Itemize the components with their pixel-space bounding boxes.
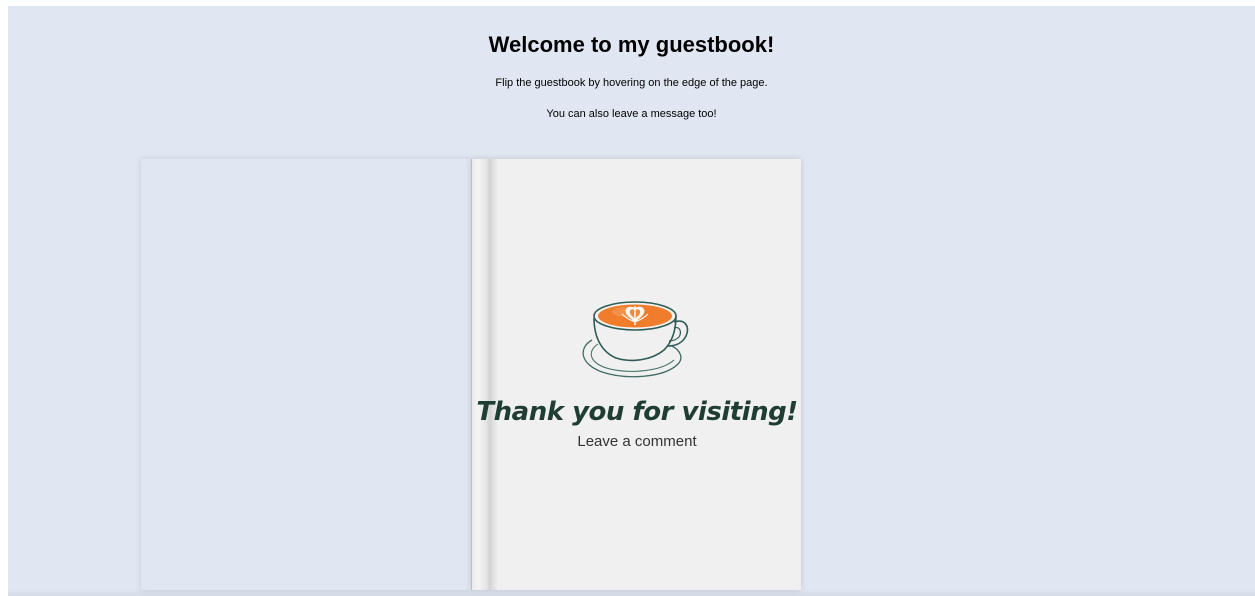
page-title: Welcome to my guestbook!: [488, 32, 775, 57]
message-instruction: You can also leave a message too!: [546, 108, 717, 120]
guestbook: Thank you for visiting! Leave a comment: [141, 159, 801, 590]
leave-comment-link[interactable]: Leave a comment: [472, 433, 802, 450]
page-bottom-shadow: [8, 588, 1255, 596]
left-page[interactable]: [141, 159, 471, 590]
cover-title: Thank you for visiting!: [476, 397, 798, 427]
book-spine: [472, 159, 498, 590]
flip-instruction: Flip the guestbook by hovering on the ed…: [495, 77, 768, 89]
cover-page[interactable]: Thank you for visiting! Leave a comment: [471, 159, 801, 590]
guestbook-viewport: Welcome to my guestbook! Flip the guestb…: [8, 6, 1255, 596]
coffee-cup-icon: [582, 301, 689, 378]
